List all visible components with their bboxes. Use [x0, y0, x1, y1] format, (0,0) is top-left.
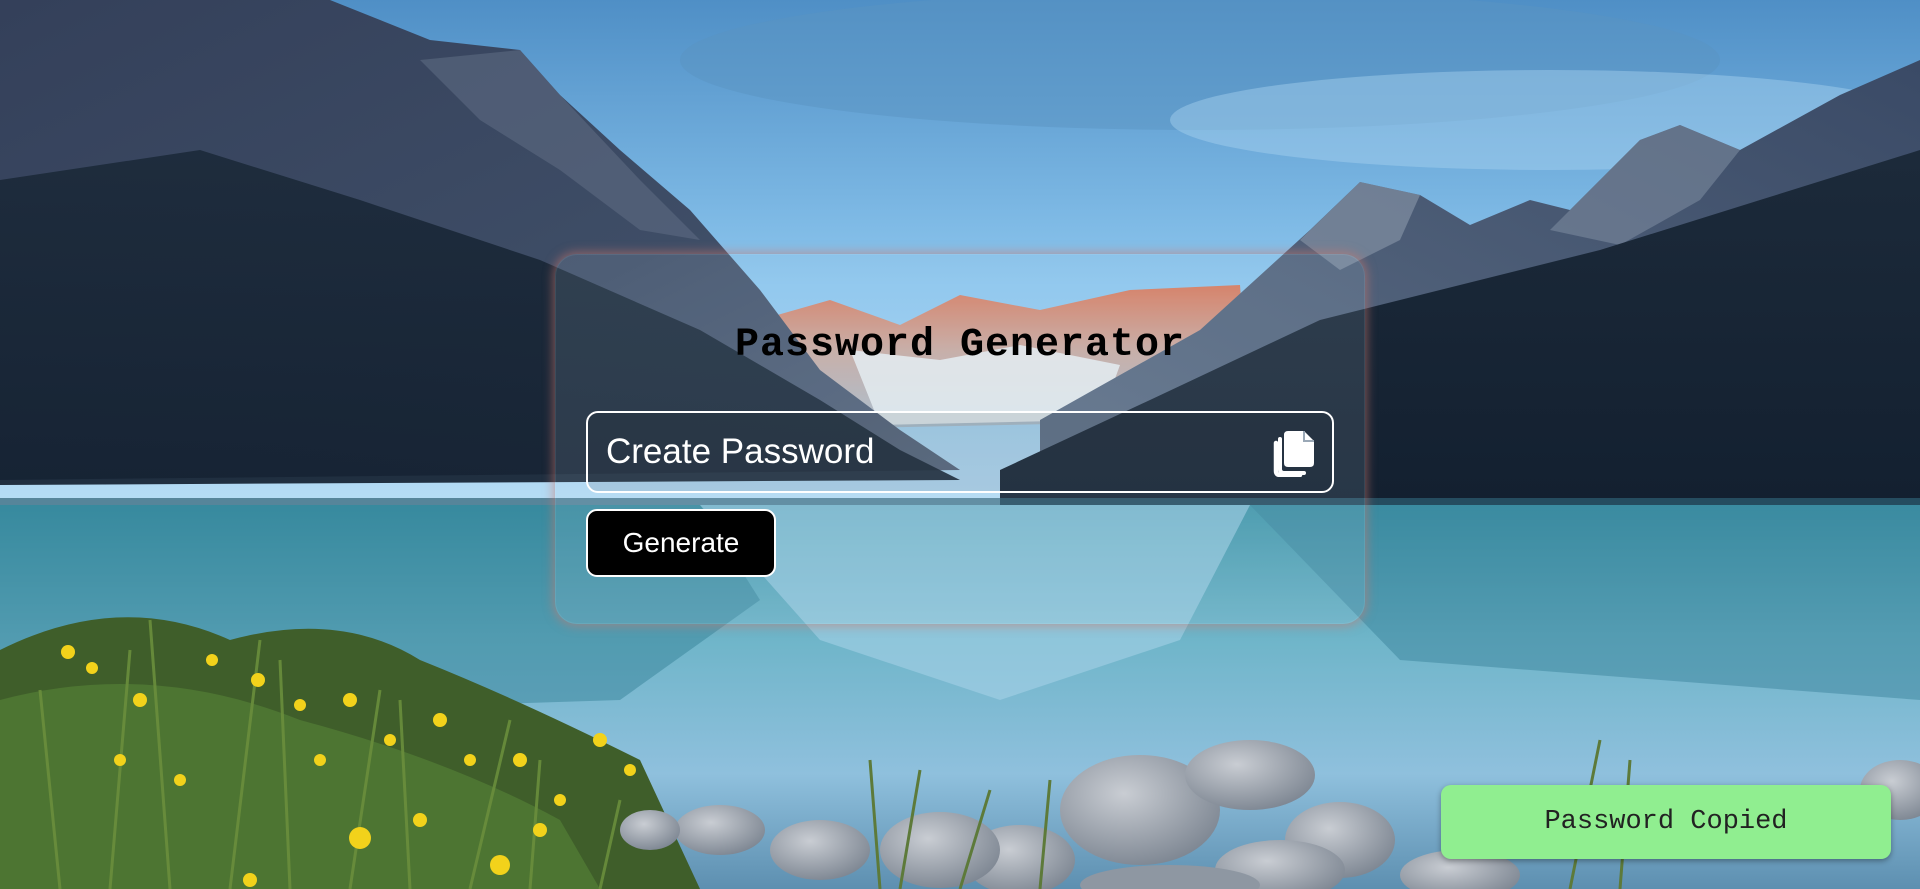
- copy-icon: [1273, 431, 1314, 478]
- password-output-input[interactable]: [606, 413, 1226, 490]
- toast-notification: Password Copied: [1441, 785, 1891, 859]
- toast-message: Password Copied: [1544, 807, 1788, 837]
- copy-button[interactable]: [1268, 427, 1318, 478]
- generate-button[interactable]: Generate: [586, 509, 776, 577]
- password-field: [586, 411, 1334, 493]
- password-generator-card: Password Generator Generate: [555, 254, 1365, 624]
- page-title: Password Generator: [734, 323, 1186, 368]
